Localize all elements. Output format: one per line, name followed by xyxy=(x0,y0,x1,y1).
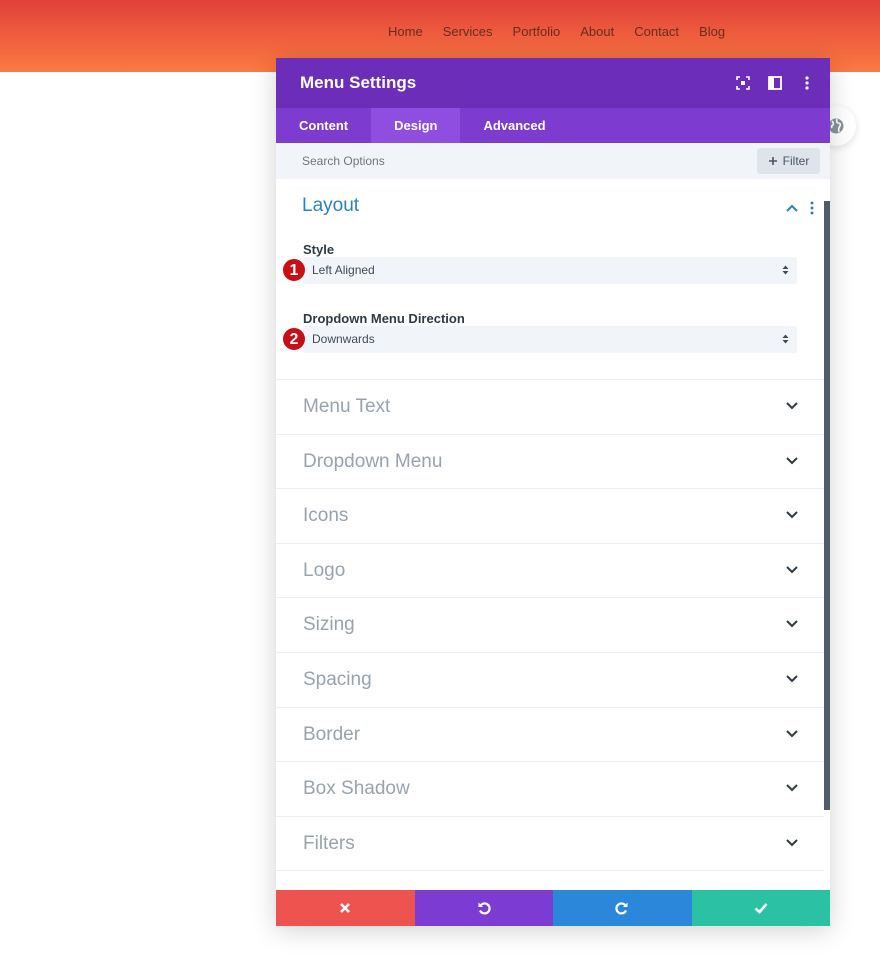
section-spacing[interactable]: Spacing xyxy=(276,653,824,708)
step-badge-1: 1 xyxy=(282,258,306,282)
focus-icon[interactable] xyxy=(734,74,752,92)
section-box-shadow[interactable]: Box Shadow xyxy=(276,762,824,817)
section-filters[interactable]: Filters xyxy=(276,817,824,872)
search-options-input[interactable] xyxy=(294,149,594,173)
section-menu-text[interactable]: Menu Text xyxy=(276,380,824,435)
nav-services[interactable]: Services xyxy=(443,24,493,40)
redo-button[interactable] xyxy=(553,890,692,926)
section-label: Icons xyxy=(303,505,349,527)
settings-scroll-area: Layout Style Left Aligned 1 Dropdown Men… xyxy=(276,179,824,890)
section-dropdown-menu[interactable]: Dropdown Menu xyxy=(276,435,824,490)
filter-button[interactable]: Filter xyxy=(757,148,820,174)
section-label: Sizing xyxy=(303,614,355,636)
chevron-down-icon xyxy=(786,620,798,628)
nav-blog[interactable]: Blog xyxy=(699,24,725,40)
chevron-up-icon[interactable] xyxy=(786,204,798,212)
panel-footer xyxy=(276,890,830,926)
panel-title: Menu Settings xyxy=(300,73,417,92)
chevron-down-icon xyxy=(786,729,798,737)
layout-section-icons xyxy=(786,201,814,215)
style-label: Style xyxy=(303,242,335,257)
nav-contact[interactable]: Contact xyxy=(634,24,679,40)
chevron-down-icon xyxy=(786,402,798,410)
panel-scrollbar[interactable] xyxy=(824,201,830,810)
section-label: Dropdown Menu xyxy=(303,450,443,472)
check-icon xyxy=(754,903,768,914)
dropdown-direction-label: Dropdown Menu Direction xyxy=(303,311,465,326)
more-vertical-icon[interactable] xyxy=(798,74,816,92)
menu-settings-panel: Menu Settings Content Design Advanced Se… xyxy=(276,58,830,926)
undo-icon xyxy=(478,902,491,915)
nav-portfolio[interactable]: Portfolio xyxy=(513,24,561,40)
select-arrows-icon xyxy=(782,334,789,344)
tab-content[interactable]: Content xyxy=(276,108,371,143)
dropdown-direction-value: Downwards xyxy=(312,332,375,346)
chevron-down-icon xyxy=(786,839,798,847)
chevron-down-icon xyxy=(786,566,798,574)
section-border[interactable]: Border xyxy=(276,708,824,763)
plus-icon xyxy=(768,157,777,165)
section-label: Box Shadow xyxy=(303,778,410,800)
section-label: Border xyxy=(303,723,361,745)
style-select[interactable]: Left Aligned xyxy=(303,257,797,284)
section-icons[interactable]: Icons xyxy=(276,489,824,544)
section-logo[interactable]: Logo xyxy=(276,544,824,599)
section-label: Filters xyxy=(303,832,355,854)
style-select-value: Left Aligned xyxy=(312,263,375,277)
nav-about[interactable]: About xyxy=(580,24,614,40)
more-vertical-icon[interactable] xyxy=(810,201,814,215)
page: Home Services Portfolio About Contact Bl… xyxy=(0,0,880,969)
dropdown-direction-select[interactable]: Downwards xyxy=(303,326,797,353)
step-badge-2: 2 xyxy=(282,327,306,351)
search-row: Filter xyxy=(276,143,830,179)
nav-home[interactable]: Home xyxy=(388,24,423,40)
split-view-icon[interactable] xyxy=(766,74,784,92)
panel-header: Menu Settings xyxy=(276,58,830,108)
section-sizing[interactable]: Sizing xyxy=(276,598,824,653)
layout-section-title[interactable]: Layout xyxy=(302,195,359,217)
chevron-down-icon xyxy=(786,456,798,465)
cancel-button[interactable] xyxy=(276,890,415,926)
chevron-down-icon xyxy=(786,675,798,683)
panel-tabs: Content Design Advanced xyxy=(276,108,830,143)
site-nav: Home Services Portfolio About Contact Bl… xyxy=(388,24,745,40)
redo-icon xyxy=(615,902,628,915)
section-label: Menu Text xyxy=(303,396,391,417)
chevron-down-icon xyxy=(786,784,798,792)
save-button[interactable] xyxy=(691,890,830,926)
tab-design[interactable]: Design xyxy=(371,108,461,143)
filter-label: Filter xyxy=(782,154,810,168)
close-icon xyxy=(340,903,351,913)
panel-header-icons xyxy=(734,74,816,92)
undo-button[interactable] xyxy=(414,890,553,926)
select-arrows-icon xyxy=(782,265,789,275)
layout-section: Layout Style Left Aligned 1 Dropdown Men… xyxy=(276,179,824,380)
section-label: Spacing xyxy=(303,668,372,690)
chevron-down-icon xyxy=(786,511,798,519)
tab-advanced[interactable]: Advanced xyxy=(460,108,568,143)
globe-icon xyxy=(828,118,844,134)
section-label: Logo xyxy=(303,559,346,581)
